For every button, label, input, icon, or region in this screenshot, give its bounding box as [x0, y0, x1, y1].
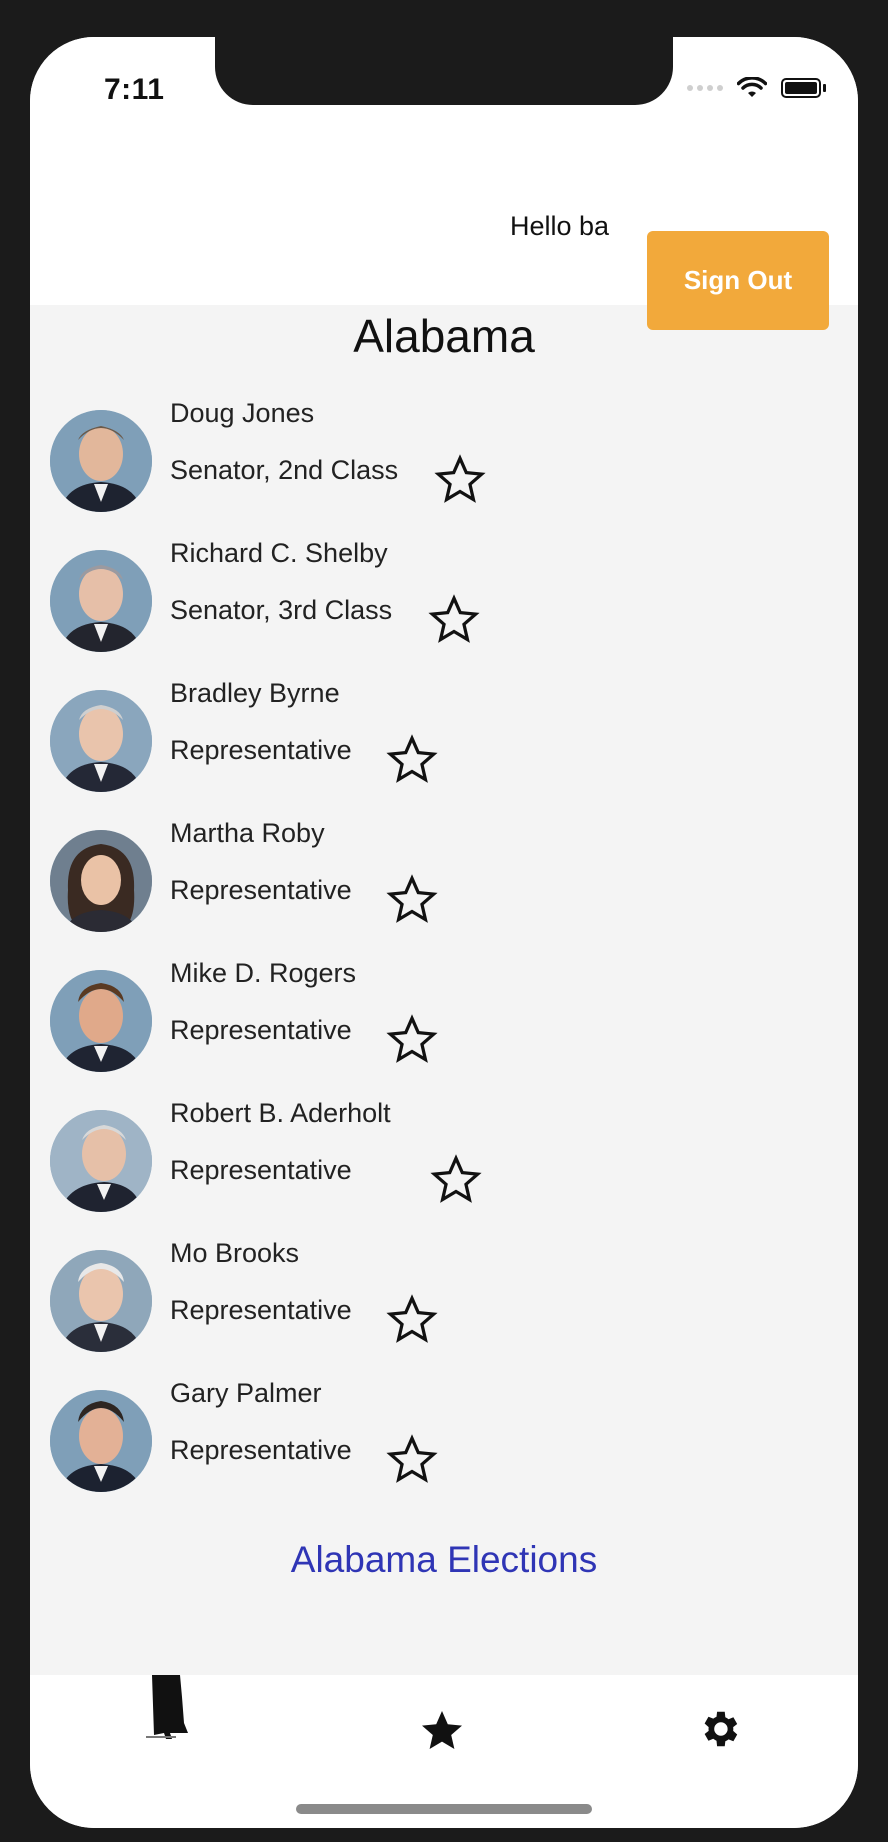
cellular-signal-icon: [687, 85, 723, 91]
device-notch: [215, 37, 673, 105]
device-frame: 7:11 Hello ba Sign Out Alabama Doug Jone…: [0, 0, 888, 1842]
rep-name: Richard C. Shelby: [170, 538, 388, 568]
tab-settings[interactable]: [658, 1675, 778, 1775]
rep-title: Representative: [170, 735, 352, 765]
star-outline-icon[interactable]: [434, 454, 486, 506]
state-title: Alabama: [353, 310, 535, 362]
home-indicator: [296, 1804, 592, 1814]
avatar: [50, 830, 152, 932]
status-icons: [687, 77, 826, 99]
list-item[interactable]: Robert B. Aderholt Representative: [50, 1098, 750, 1218]
gear-icon: [704, 1711, 738, 1747]
battery-cap: [823, 84, 826, 92]
app-header: Hello ba Sign Out: [30, 129, 858, 330]
rep-name: Robert B. Aderholt: [170, 1098, 391, 1128]
rep-title: Representative: [170, 1295, 352, 1325]
battery-icon: [781, 78, 821, 98]
tab-state[interactable]: [118, 1675, 238, 1775]
star-outline-icon[interactable]: [430, 1154, 482, 1206]
status-time: 7:11: [104, 73, 165, 106]
avatar: [50, 1390, 152, 1492]
avatar: [50, 1110, 152, 1212]
avatar: [50, 550, 152, 652]
star-outline-icon[interactable]: [386, 1014, 438, 1066]
list-item[interactable]: Bradley Byrne Representative: [50, 678, 750, 798]
star-outline-icon[interactable]: [386, 1294, 438, 1346]
alabama-state-icon: [146, 1675, 188, 1739]
list-item[interactable]: Mike D. Rogers Representative: [50, 958, 750, 1078]
rep-name: Gary Palmer: [170, 1378, 322, 1408]
avatar: [50, 690, 152, 792]
star-outline-icon[interactable]: [386, 874, 438, 926]
list-item[interactable]: Richard C. Shelby Senator, 3rd Class: [50, 538, 750, 658]
rep-title: Representative: [170, 1015, 352, 1045]
app-screen: 7:11 Hello ba Sign Out Alabama Doug Jone…: [30, 37, 858, 1828]
list-item[interactable]: Mo Brooks Representative: [50, 1238, 750, 1358]
rep-title: Representative: [170, 1155, 352, 1185]
avatar: [50, 410, 152, 512]
elections-link[interactable]: Alabama Elections: [30, 1539, 858, 1581]
avatar: [50, 1250, 152, 1352]
rep-name: Martha Roby: [170, 818, 325, 848]
rep-title: Senator, 2nd Class: [170, 455, 399, 485]
rep-name: Doug Jones: [170, 398, 315, 428]
star-outline-icon[interactable]: [386, 1434, 438, 1486]
list-item[interactable]: Martha Roby Representative: [50, 818, 750, 938]
list-item[interactable]: Doug Jones Senator, 2nd Class: [50, 398, 750, 518]
rep-name: Mo Brooks: [170, 1238, 300, 1268]
rep-title: Representative: [170, 1435, 352, 1465]
list-item[interactable]: Gary Palmer Representative: [50, 1378, 750, 1498]
star-outline-icon[interactable]: [428, 594, 480, 646]
avatar: [50, 970, 152, 1072]
tab-bar: [30, 1675, 858, 1828]
greeting-text: Hello ba: [510, 211, 610, 241]
wifi-icon: [737, 77, 767, 97]
rep-name: Bradley Byrne: [170, 678, 340, 708]
rep-title: Senator, 3rd Class: [170, 595, 393, 625]
star-outline-icon[interactable]: [386, 734, 438, 786]
tab-favorites[interactable]: [384, 1675, 504, 1775]
rep-title: Representative: [170, 875, 352, 905]
rep-name: Mike D. Rogers: [170, 958, 357, 988]
star-icon: [422, 1711, 462, 1749]
